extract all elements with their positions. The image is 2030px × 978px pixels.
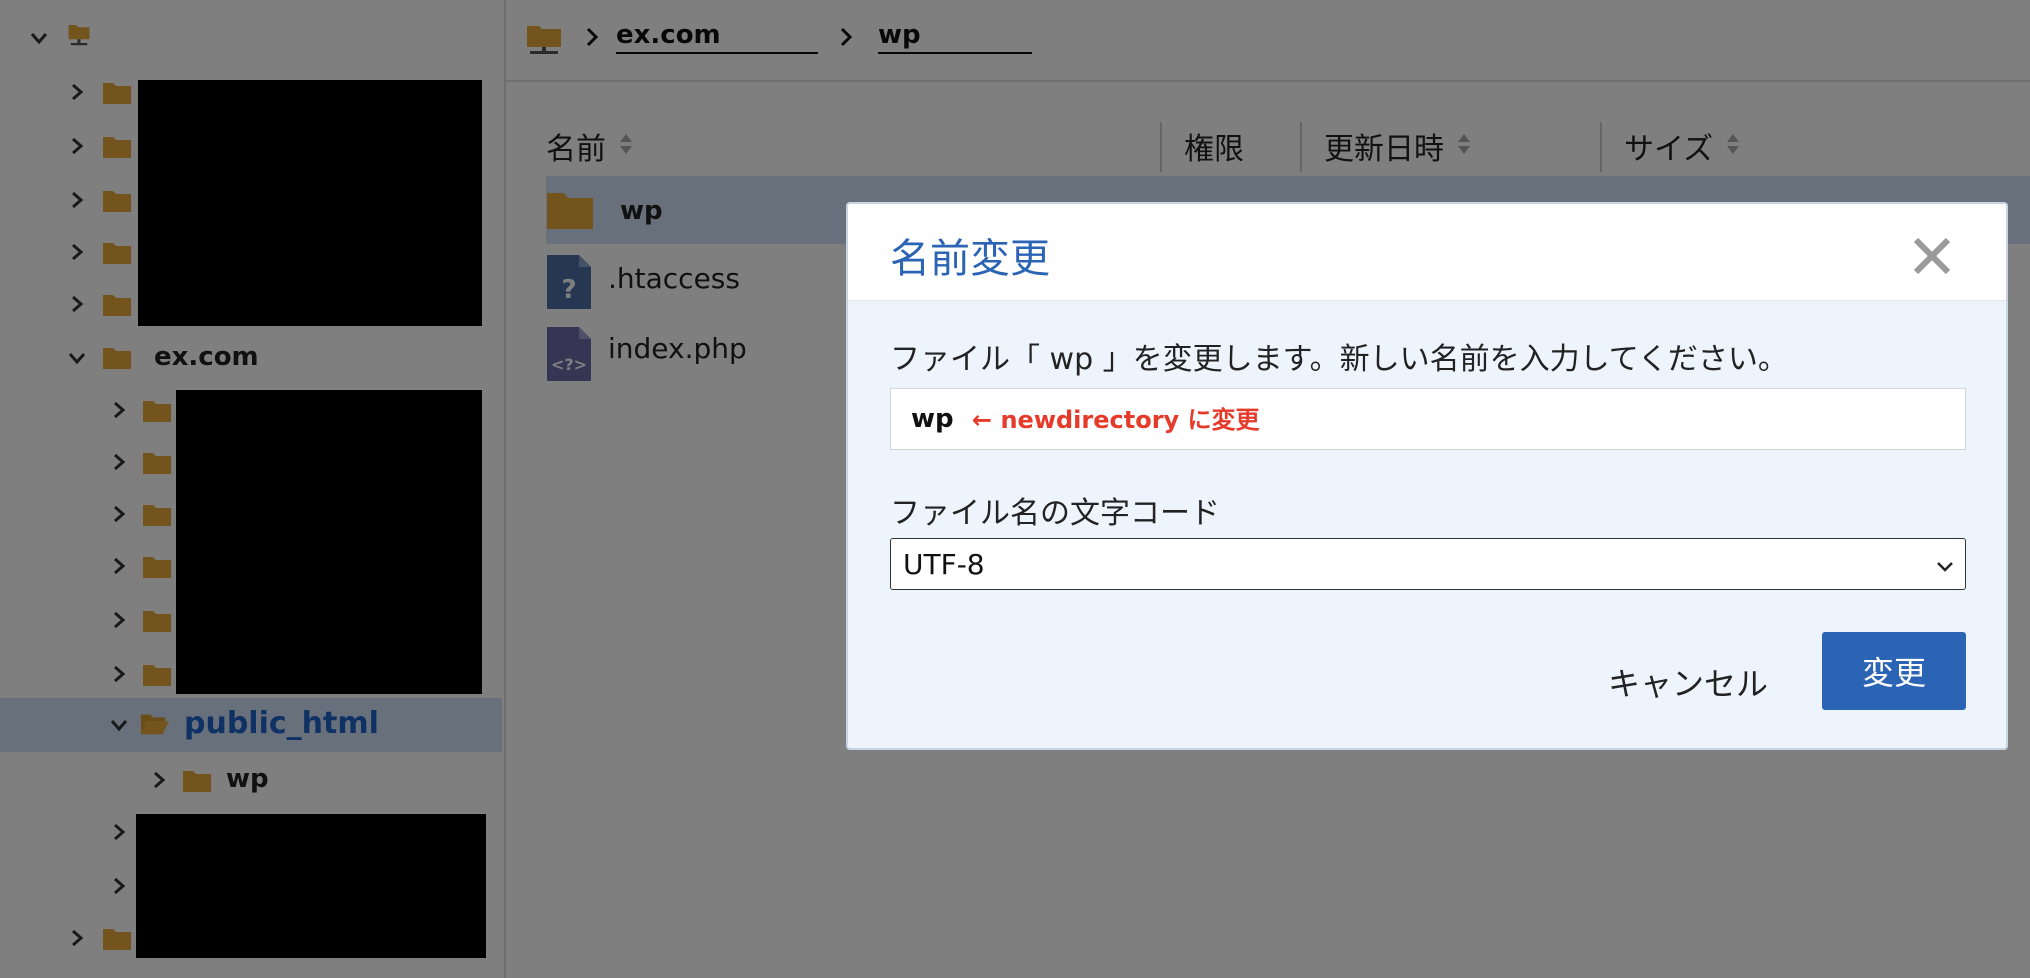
dialog-title: 名前変更 xyxy=(890,236,1050,282)
dialog-header: 名前変更 xyxy=(848,204,2006,301)
close-icon[interactable] xyxy=(1910,234,1954,278)
rename-dialog: 名前変更 ファイル「 wp 」を変更します。新しい名前を入力してください。 wp… xyxy=(846,202,2008,750)
chevron-down-icon xyxy=(1933,552,1957,576)
dialog-message: ファイル「 wp 」を変更します。新しい名前を入力してください。 xyxy=(890,342,1788,377)
encoding-select[interactable]: UTF-8 xyxy=(890,538,1966,590)
encoding-selected-value: UTF-8 xyxy=(903,547,985,581)
annotation-note: ← newdirectory に変更 xyxy=(972,406,1260,434)
rename-confirm-button[interactable]: 変更 xyxy=(1822,632,1966,710)
file-manager-window: ex.com pu xyxy=(0,0,2030,978)
cancel-button[interactable]: キャンセル xyxy=(1568,644,1808,720)
encoding-label: ファイル名の文字コード xyxy=(890,496,1220,531)
new-name-value: wp xyxy=(911,404,954,434)
